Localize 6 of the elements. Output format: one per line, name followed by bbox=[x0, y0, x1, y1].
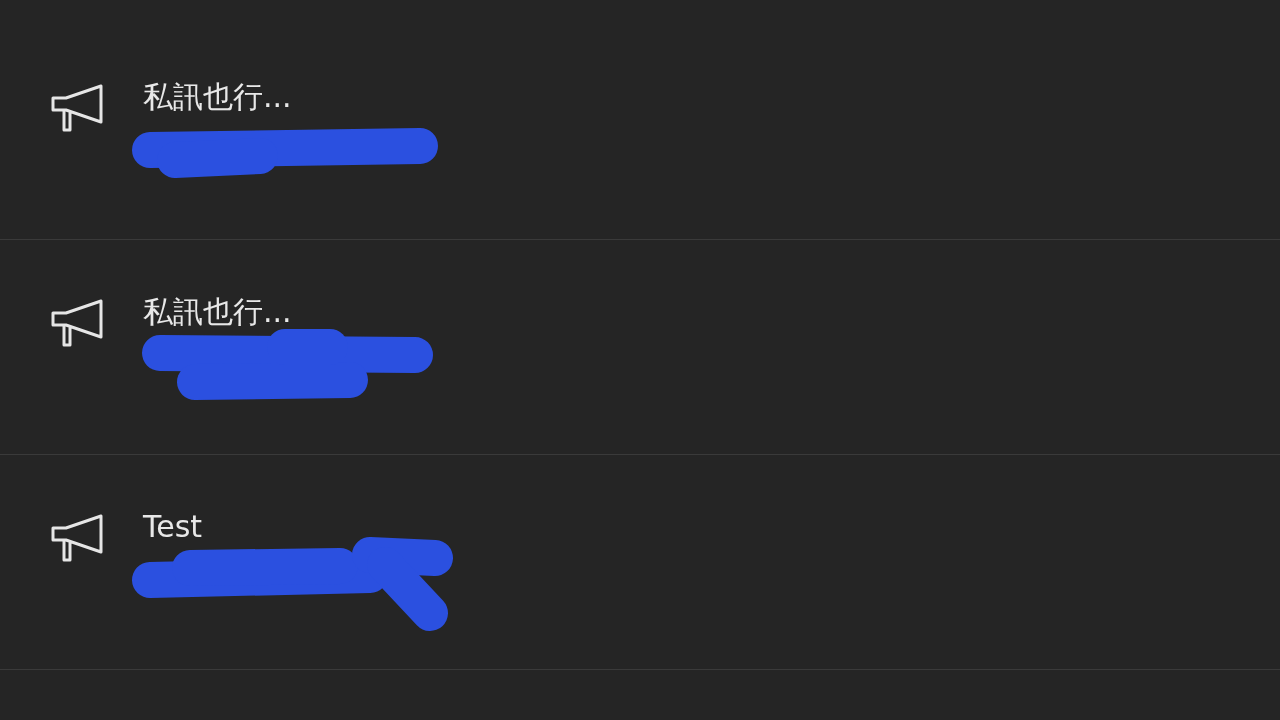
notification-title: Test bbox=[143, 508, 203, 546]
megaphone-icon bbox=[50, 514, 104, 562]
megaphone-icon bbox=[50, 84, 104, 132]
notification-title: 私訊也行... bbox=[143, 78, 292, 116]
notification-title: 私訊也行... bbox=[143, 293, 292, 331]
megaphone-icon bbox=[50, 299, 104, 347]
